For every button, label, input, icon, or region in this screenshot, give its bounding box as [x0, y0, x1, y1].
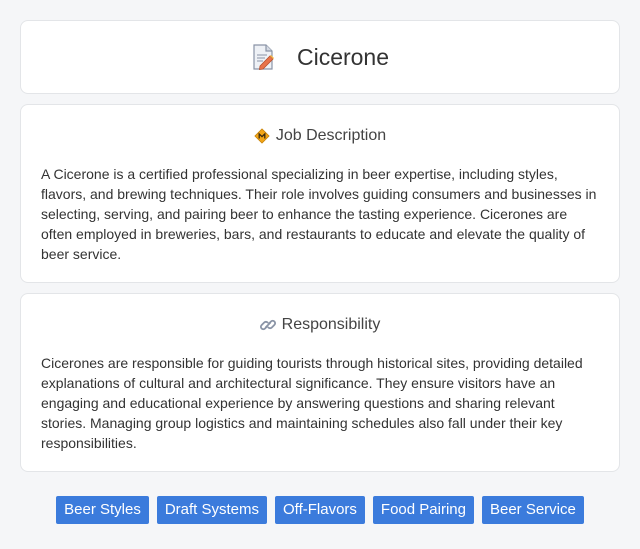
document-pencil-icon	[251, 44, 275, 70]
responsibility-card: Responsibility Cicerones are responsible…	[20, 293, 620, 472]
tag-beer-styles[interactable]: Beer Styles	[56, 496, 149, 524]
tag-off-flavors[interactable]: Off-Flavors	[275, 496, 365, 524]
responsibility-text: Cicerones are responsible for guiding to…	[41, 355, 583, 451]
responsibility-heading: Responsibility	[281, 316, 381, 333]
job-description-text: A Cicerone is a certified professional s…	[41, 166, 597, 262]
title-row: Cicerone	[21, 21, 619, 93]
tag-food-pairing[interactable]: Food Pairing	[372, 496, 474, 524]
job-description-card: Job Description A Cicerone is a certifie…	[20, 104, 620, 283]
job-description-heading: Job Description	[275, 127, 387, 144]
skill-tags: Beer Styles Draft Systems Off-Flavors Fo…	[0, 496, 640, 524]
page: Cicerone Job Description A Cicerone is a…	[0, 0, 640, 549]
tag-draft-systems[interactable]: Draft Systems	[156, 496, 268, 524]
link-icon	[259, 317, 276, 333]
badge-diamond-icon	[254, 128, 270, 144]
page-title: Cicerone	[296, 43, 390, 70]
responsibility-heading-row: Responsibility	[21, 316, 619, 334]
tag-beer-service[interactable]: Beer Service	[481, 496, 584, 524]
title-card: Cicerone	[20, 20, 620, 94]
job-description-heading-row: Job Description	[21, 127, 619, 145]
